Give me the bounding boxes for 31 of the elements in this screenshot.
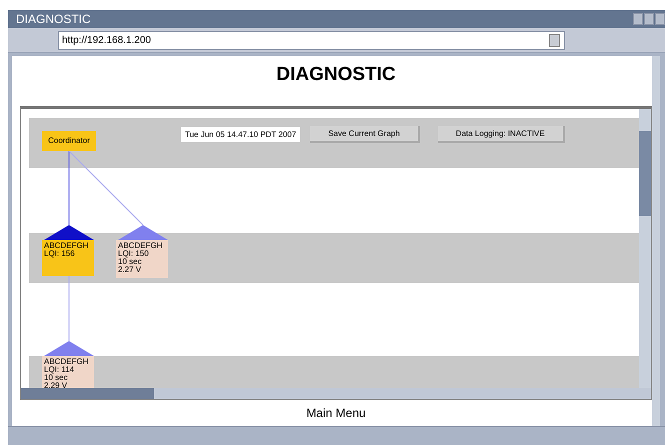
vertical-scrollbar[interactable]	[639, 109, 651, 389]
timestamp-field: Tue Jun 05 14.47.10 PDT 2007	[181, 127, 300, 142]
coordinator-node[interactable]: Coordinator	[42, 131, 96, 151]
page-scrollbar[interactable]	[652, 56, 660, 426]
node-text: 2.29 V	[44, 382, 68, 389]
node-text: LQI: 114	[44, 366, 76, 374]
device-node[interactable]: ABCDEFGH LQI: 156	[42, 240, 94, 276]
graph-button[interactable]: Save Current Graph	[310, 126, 420, 143]
graph-button[interactable]: Data Logging: INACTIVE	[438, 126, 565, 143]
triangle-icon	[44, 341, 94, 356]
main-menu-link[interactable]: Main Menu	[306, 406, 366, 420]
minimize-button[interactable]	[633, 13, 643, 25]
device-node[interactable]: ABCDEFGH LQI: 150 10 sec 2.27 V	[116, 240, 168, 278]
window-title: DIAGNOSTIC	[16, 12, 91, 26]
node-text: ABCDEFGH	[44, 358, 90, 366]
node-text: ABCDEFGH	[44, 242, 90, 250]
node-text: 10 sec	[118, 258, 143, 266]
address-field[interactable]: http://192.168.1.200	[58, 30, 565, 50]
node-text: LQI: 156	[44, 250, 76, 258]
close-button[interactable]	[655, 13, 665, 25]
maximize-button[interactable]	[644, 13, 654, 25]
device-node[interactable]: ABCDEFGH LQI: 114 10 sec 2.29 V	[42, 356, 94, 389]
node-text: LQI: 150	[118, 250, 150, 258]
node-text: 10 sec	[44, 374, 69, 382]
page-heading: DIAGNOSTIC	[276, 64, 396, 87]
dropdown-icon[interactable]	[549, 34, 560, 46]
horizontal-scrollbar[interactable]	[21, 388, 651, 399]
triangle-icon	[44, 225, 94, 240]
triangle-icon	[118, 225, 168, 240]
node-text: ABCDEFGH	[118, 242, 164, 250]
node-text: 2.27 V	[118, 266, 142, 274]
